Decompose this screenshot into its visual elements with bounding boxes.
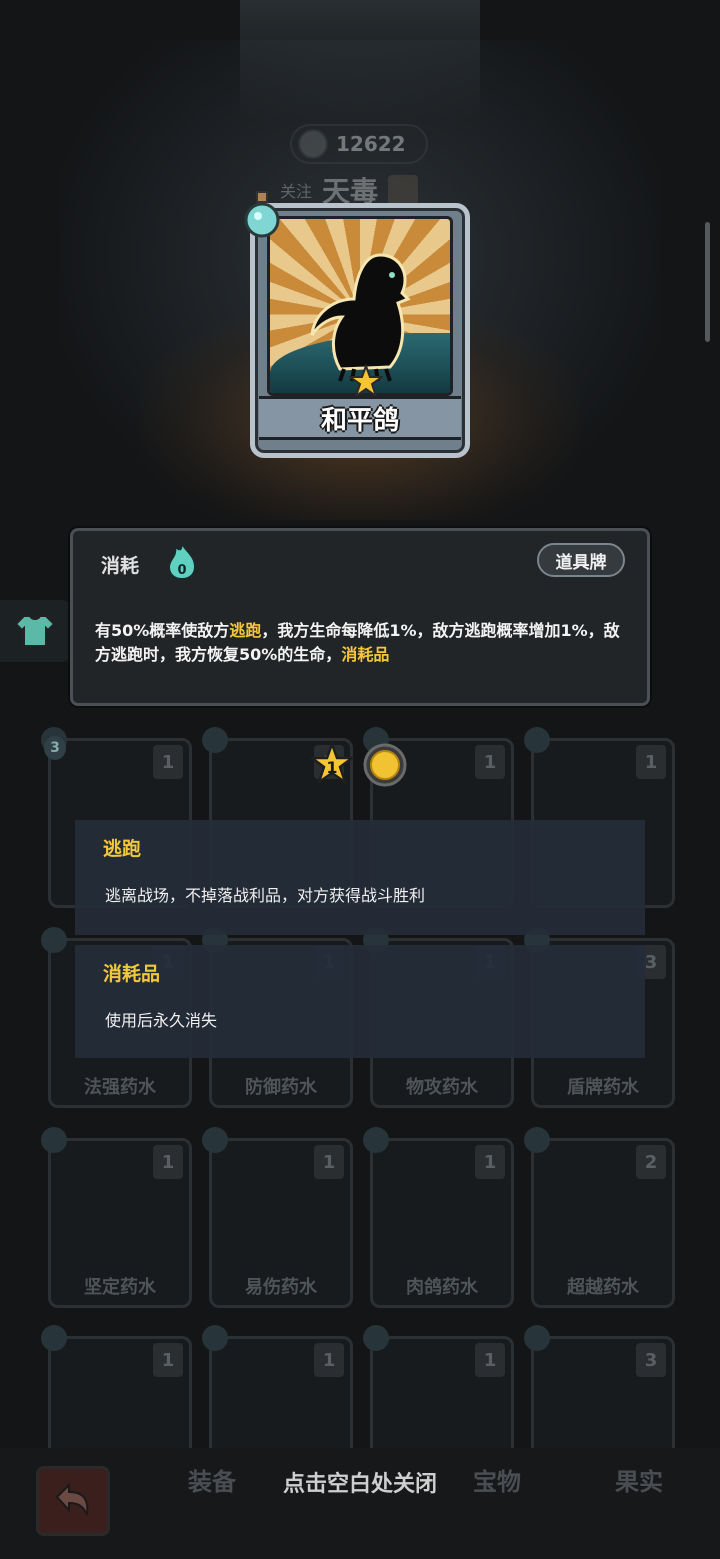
card-description: 有50%概率使敌方逃跑，我方生命每降低1%，敌方逃跑概率增加1%，敌方逃跑时，我…: [95, 619, 635, 667]
card-name-bar: 和平鸽: [259, 396, 461, 440]
potion-icon: [524, 1325, 550, 1351]
card-level: 1: [153, 1145, 183, 1179]
shirt-icon: [14, 615, 56, 647]
card-collection-grid: 1 1 1 1 1 法强药水 1 防御药水 1 物攻药水 3 盾牌药水 1 坚定…: [0, 700, 720, 1506]
card-level: 3: [636, 1343, 666, 1377]
card-level: 1: [475, 1145, 505, 1179]
card-name: 防御药水: [245, 1077, 317, 1098]
star-icon: [349, 364, 383, 398]
card-type-badge: 道具牌: [537, 543, 625, 577]
coin-counter: 12622: [290, 124, 428, 164]
gold-coin-icon: [363, 743, 407, 787]
card-info-panel: 消耗 0 道具牌 有50%概率使敌方逃跑，我方生命每降低1%，敌方逃跑概率增加1…: [70, 528, 650, 706]
grid-card[interactable]: 1 肉鸽药水: [363, 1127, 514, 1308]
cost-label: 消耗: [101, 555, 140, 577]
potion-icon: [202, 727, 228, 753]
card-level: 1: [153, 1343, 183, 1377]
star-level-icon: 1: [310, 742, 354, 786]
card-name: 物攻药水: [406, 1077, 478, 1098]
coin-icon: [298, 129, 328, 159]
card-name: 法强药水: [84, 1077, 156, 1098]
potion-icon: [202, 1127, 228, 1153]
potion-icon: [524, 1127, 550, 1153]
potion-icon: [363, 1127, 389, 1153]
card-name: 易伤药水: [245, 1277, 317, 1298]
desc-keyword-escape[interactable]: 逃跑: [229, 621, 261, 640]
card-level: 2: [636, 1145, 666, 1179]
edit-icon: [388, 175, 419, 205]
keyword-panel-consumable: 消耗品 使用后永久消失: [75, 945, 645, 1058]
keyword-panel-escape: 逃跑 逃离战场，不掉落战利品，对方获得战斗胜利: [75, 820, 645, 935]
star-level: 1: [326, 758, 337, 777]
card-name: 盾牌药水: [567, 1077, 639, 1098]
coin-count: 12622: [336, 132, 406, 156]
close-hint[interactable]: 点击空白处关闭: [0, 1466, 720, 1498]
card-level: 1: [314, 1343, 344, 1377]
card-name: 坚定药水: [84, 1277, 156, 1298]
card-level: 1: [636, 745, 666, 779]
keyword-title: 消耗品: [103, 963, 161, 985]
grid-card[interactable]: 1 坚定药水: [41, 1127, 192, 1308]
potion-icon: [41, 1325, 67, 1351]
nickname-prefix: 关注: [280, 182, 313, 201]
cost-value: 0: [177, 563, 186, 578]
grid-card[interactable]: 1 易伤药水: [202, 1127, 353, 1308]
card-name: 超越药水: [567, 1277, 639, 1298]
card-name: 和平鸽: [320, 405, 399, 436]
outfit-tab[interactable]: [0, 600, 70, 662]
potion-icon: [41, 927, 67, 953]
keyword-title: 逃跑: [103, 838, 142, 860]
stack-count-badge: 3: [44, 736, 66, 760]
energy-flame-icon: 0: [167, 542, 197, 581]
potion-icon: [41, 1127, 67, 1153]
card-level: 1: [153, 745, 183, 779]
desc-text-1: 有50%概率使敌方: [95, 621, 230, 640]
card-level: 1: [475, 745, 505, 779]
potion-icon: [363, 1325, 389, 1351]
scrollbar[interactable]: [705, 222, 710, 342]
card-level: 1: [314, 1145, 344, 1179]
grid-card[interactable]: 2 超越药水: [524, 1127, 675, 1308]
potion-icon: [202, 1325, 228, 1351]
keyword-text: 逃离战场，不掉落战利品，对方获得战斗胜利: [105, 886, 426, 905]
card-name: 肉鸽药水: [406, 1277, 478, 1298]
keyword-text: 使用后永久消失: [105, 1011, 218, 1030]
potion-icon: [524, 727, 550, 753]
desc-keyword-consumable[interactable]: 消耗品: [341, 645, 389, 664]
card-level: 1: [475, 1343, 505, 1377]
spotlight: [240, 0, 480, 120]
potion-icon: [244, 191, 280, 238]
item-card[interactable]: 和平鸽: [250, 203, 470, 458]
